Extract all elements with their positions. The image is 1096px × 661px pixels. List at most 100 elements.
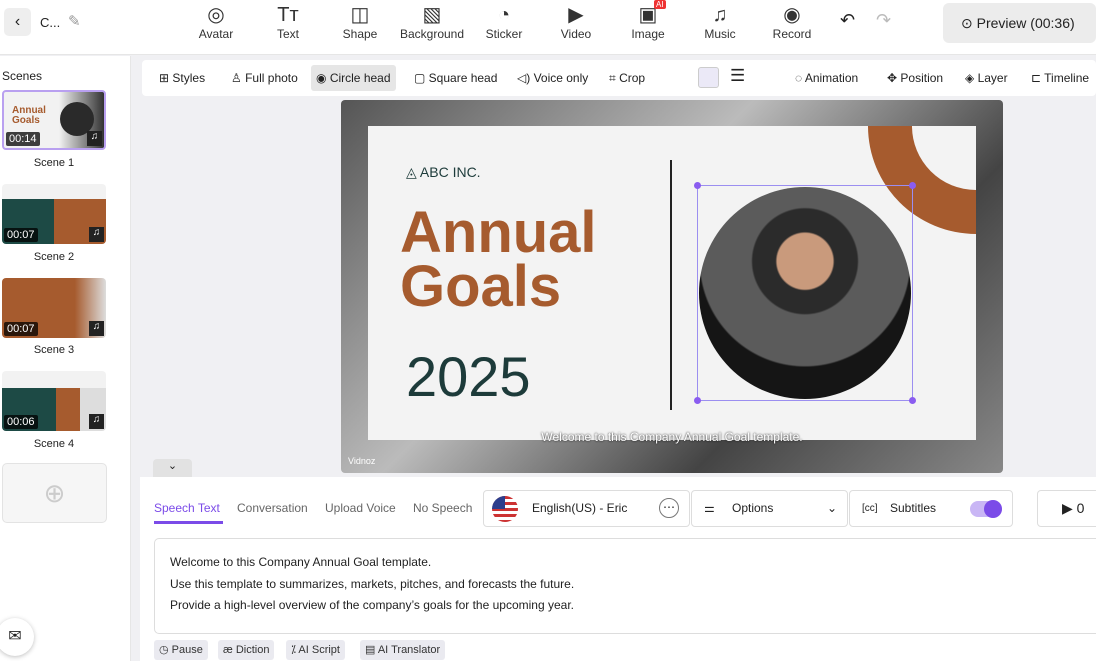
record-icon: ◉ (783, 4, 801, 26)
tool-video[interactable]: ▶ Video (546, 3, 606, 41)
scene-label: Scene 4 (33, 438, 75, 450)
voice-name: English(US) - Eric (532, 501, 628, 515)
scene-thumb-1[interactable]: Annual Goals 00:14 ♫ (2, 90, 106, 150)
music-icon: ♫ (89, 414, 104, 429)
scene-thumb-2[interactable]: 00:07 ♫ (2, 184, 106, 244)
tool-sticker[interactable]: ◔ Sticker (474, 3, 534, 41)
voice-only-button[interactable]: ◁) Voice only (512, 65, 593, 91)
image-icon: ▣ (638, 4, 658, 26)
tool-text[interactable]: Tт Text (258, 3, 318, 41)
preview-button[interactable]: ⊙ Preview (00:36) (943, 3, 1096, 43)
full-photo-button[interactable]: ♙ Full photo (226, 65, 303, 91)
scene-duration: 00:06 (4, 415, 38, 429)
tool-label: Shape (342, 27, 378, 41)
tool-image[interactable]: ▣ Image AI (618, 0, 678, 41)
move-icon: ✥ (887, 71, 901, 85)
tool-background[interactable]: ▧ Background (397, 3, 467, 41)
play-voice-button[interactable]: ▶ 0 (1037, 490, 1096, 527)
project-title[interactable]: C... (40, 15, 60, 30)
subtitles-control: [cc] Subtitles (849, 490, 1013, 527)
scene-thumb-3[interactable]: 00:07 ♫ (2, 278, 106, 338)
music-icon: ♫ (89, 321, 104, 336)
active-tab-indicator (154, 521, 223, 524)
edit-pencil-icon[interactable]: ✎ (68, 12, 81, 30)
circle-head-button[interactable]: ◉ Circle head (311, 65, 396, 91)
label: Voice only (533, 71, 589, 85)
label: AI Translator (377, 644, 441, 656)
layer-button[interactable]: ◈ Layer (960, 65, 1013, 91)
person-icon: ♙ (231, 71, 246, 85)
tool-label: Video (560, 27, 592, 41)
tab-upload-voice[interactable]: Upload Voice (325, 501, 396, 515)
divider (670, 160, 672, 410)
layer-icon: ◈ (965, 71, 978, 85)
voice-selector[interactable]: English(US) - Eric ⋯ (483, 490, 690, 527)
tool-music[interactable]: ♫ Music (690, 3, 750, 41)
company-logo: ◬ ABC INC. (406, 164, 481, 181)
tool-avatar[interactable]: ◎ Avatar (186, 3, 246, 41)
scene-thumb-4[interactable]: 00:06 ♫ (2, 371, 106, 431)
tool-record[interactable]: ◉ Record (762, 3, 822, 41)
more-icon[interactable]: ⋯ (659, 498, 679, 518)
tab-conversation[interactable]: Conversation (237, 501, 308, 515)
scene-duration: 00:14 (6, 132, 40, 146)
sliders-icon: ⚌ (704, 501, 715, 515)
diction-button[interactable]: æ Diction (218, 640, 275, 660)
circle-head-icon: ◉ (316, 71, 330, 85)
options-dropdown[interactable]: ⚌ Options ⌄ (691, 490, 848, 527)
top-bar: ‹ C... ✎ ◎ Avatar Tт Text ◫ Shape ▧ Backgrou… (0, 0, 1096, 55)
crop-button[interactable]: ⌗ Crop (604, 65, 650, 91)
script-textarea[interactable]: Welcome to this Company Annual Goal temp… (154, 538, 1096, 634)
music-icon: ♫ (87, 131, 102, 146)
square-head-button[interactable]: ▢ Square head (409, 65, 502, 91)
collapse-chevron-icon[interactable]: ⌄ (153, 459, 192, 477)
label: Diction (235, 644, 270, 656)
tool-shape[interactable]: ◫ Shape (330, 3, 390, 41)
avatar-selection[interactable] (694, 182, 916, 404)
us-flag-icon (492, 496, 518, 522)
label: Circle head (329, 71, 391, 85)
ai-script-button[interactable]: ⁒ AI Script (286, 640, 345, 660)
label: Pause (171, 644, 203, 656)
position-button[interactable]: ✥ Position (882, 65, 948, 91)
color-swatch[interactable] (698, 67, 719, 88)
subtitles-label: Subtitles (890, 501, 937, 515)
video-canvas[interactable]: ◬ ABC INC. Annual Goals 2025 Welcome to t… (341, 100, 1003, 473)
redo-icon[interactable]: ↷ (876, 10, 891, 31)
label: Square head (428, 71, 498, 85)
tool-label: Sticker (485, 27, 523, 41)
add-scene-button[interactable]: ⊕ (2, 463, 107, 523)
company-name: ABC INC. (419, 164, 481, 180)
play-circle-icon: ⊙ (961, 15, 977, 31)
background-icon: ▧ (422, 4, 442, 26)
text-icon: Tт (277, 4, 299, 26)
label: Animation (804, 71, 859, 85)
tool-label: Image (631, 27, 665, 41)
subtitles-toggle[interactable] (970, 500, 1002, 518)
shape-icon: ◫ (350, 4, 370, 26)
tab-speech-text[interactable]: Speech Text (154, 501, 220, 515)
script-line: Use this template to summarizes, markets… (170, 576, 575, 591)
options-label: Options (732, 501, 774, 515)
back-button[interactable]: ‹ (4, 8, 31, 36)
scene-label: Scene 3 (33, 344, 75, 356)
timeline-button[interactable]: ⊏ Timeline (1026, 65, 1094, 91)
slide-year: 2025 (406, 345, 531, 408)
avatar-circle-head (699, 187, 911, 399)
speaker-icon: ◁) (517, 71, 534, 85)
label: Crop (619, 71, 646, 85)
chevron-down-icon: ⌄ (826, 501, 837, 515)
undo-icon[interactable]: ↶ (840, 10, 855, 31)
pause-button[interactable]: ◷ Pause (154, 640, 208, 660)
tab-no-speech[interactable]: No Speech (413, 501, 472, 515)
play-icon: ▶ (1062, 500, 1077, 516)
styles-button[interactable]: ⊞ Styles (154, 65, 210, 91)
ai-translator-button[interactable]: ▤ AI Translator (360, 640, 446, 660)
clock-icon: ◷ (159, 644, 172, 656)
animation-button[interactable]: ◌ Animation (790, 65, 863, 91)
slide-title: Annual Goals (400, 200, 597, 316)
line-weight-icon[interactable]: ☰ (730, 66, 745, 86)
title-line-1: Annual (400, 200, 597, 265)
inbox-icon[interactable]: ✉ (0, 618, 34, 656)
timeline-icon: ⊏ (1031, 71, 1045, 85)
